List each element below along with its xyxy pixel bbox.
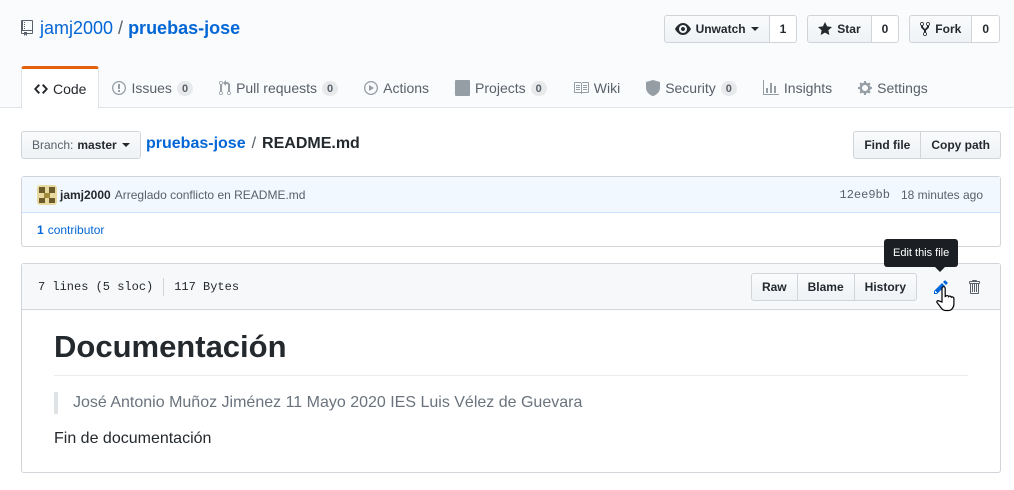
repo-header: jamj2000 / pruebas-jose Unwatch 1 Star 0… — [0, 0, 1014, 109]
book-icon — [573, 80, 589, 96]
copy-path-button[interactable]: Copy path — [921, 131, 1001, 159]
unwatch-label: Unwatch — [695, 22, 746, 36]
fork-group: Fork 0 — [909, 15, 1000, 43]
branch-label: Branch: — [32, 138, 74, 152]
stars-count[interactable]: 0 — [871, 15, 900, 43]
fork-icon — [920, 21, 931, 37]
tab-code-label: Code — [53, 80, 87, 97]
repo-nav: Code Issues 0 Pull requests 0 Actions Pr… — [21, 66, 941, 109]
repo-owner-link[interactable]: jamj2000 — [40, 18, 113, 39]
star-icon — [818, 22, 833, 35]
commit-tease: jamj2000 Arreglado conflicto en README.m… — [21, 176, 1001, 247]
fork-label: Fork — [935, 22, 962, 36]
edit-tooltip: Edit this file — [884, 239, 959, 272]
latest-commit: jamj2000 Arreglado conflicto en README.m… — [22, 177, 1000, 213]
tab-wiki[interactable]: Wiki — [560, 66, 633, 108]
repo-title: jamj2000 / pruebas-jose — [20, 17, 240, 39]
repo-name-link[interactable]: pruebas-jose — [128, 18, 240, 39]
tab-actions[interactable]: Actions — [351, 66, 442, 108]
raw-button[interactable]: Raw — [750, 273, 798, 301]
issues-counter: 0 — [176, 80, 194, 96]
tab-insights-label: Insights — [783, 80, 833, 96]
eye-icon — [674, 23, 691, 35]
play-icon — [364, 80, 379, 96]
trash-icon[interactable] — [965, 278, 983, 296]
file-viewer: 7 lines (5 sloc) 117 Bytes Raw Blame His… — [21, 263, 1001, 473]
chevron-down-icon — [121, 143, 130, 147]
repo-actions: Unwatch 1 Star 0 Fork 0 — [663, 15, 1000, 43]
file-view-buttons: Raw Blame History — [750, 273, 917, 301]
file-info: 7 lines (5 sloc) 117 Bytes — [38, 278, 239, 296]
tab-projects[interactable]: Projects 0 — [442, 66, 560, 108]
graph-icon — [762, 80, 779, 96]
tab-pull-requests[interactable]: Pull requests 0 — [206, 66, 351, 108]
tab-projects-label: Projects — [475, 80, 526, 96]
tab-insights[interactable]: Insights — [750, 66, 845, 108]
watch-group: Unwatch 1 — [663, 15, 798, 43]
code-icon — [34, 81, 48, 97]
avatar[interactable] — [37, 184, 57, 205]
readme-content: Documentación José Antonio Muñoz Jiménez… — [22, 310, 1000, 448]
repo-title-separator: / — [118, 17, 124, 38]
pull-requests-counter: 0 — [322, 80, 339, 96]
contributors-count: 1 — [37, 222, 44, 237]
star-group: Star 0 — [807, 15, 900, 43]
tab-settings[interactable]: Settings — [845, 66, 941, 108]
branch-name: master — [77, 138, 117, 152]
chevron-down-icon — [750, 27, 759, 31]
tab-pull-requests-label: Pull requests — [236, 80, 317, 96]
breadcrumb-separator: / — [251, 135, 257, 152]
tab-issues-label: Issues — [131, 80, 172, 96]
forks-count[interactable]: 0 — [972, 15, 1000, 43]
gear-icon — [858, 80, 873, 96]
tab-code[interactable]: Code — [21, 66, 100, 109]
readme-heading: Documentación — [54, 310, 968, 376]
tab-issues[interactable]: Issues 0 — [99, 66, 206, 108]
blame-button[interactable]: Blame — [797, 273, 855, 301]
fork-button[interactable]: Fork — [909, 15, 973, 43]
tab-actions-label: Actions — [383, 80, 430, 96]
file-header: 7 lines (5 sloc) 117 Bytes Raw Blame His… — [22, 264, 1000, 310]
projects-counter: 0 — [530, 80, 547, 96]
tab-wiki-label: Wiki — [593, 80, 621, 96]
security-counter: 0 — [720, 80, 737, 96]
breadcrumb: pruebas-jose / README.md — [146, 135, 360, 153]
contributors-label: contributor — [47, 222, 105, 237]
find-file-button[interactable]: Find file — [853, 131, 922, 159]
issue-icon — [112, 80, 127, 96]
unwatch-button[interactable]: Unwatch — [663, 15, 770, 43]
branch-select-button[interactable]: Branch: master — [21, 131, 141, 159]
tab-security[interactable]: Security 0 — [633, 66, 750, 108]
shield-icon — [646, 80, 661, 96]
commit-sha-link[interactable]: 12ee9bb — [840, 188, 890, 202]
file-size: 117 Bytes — [174, 280, 240, 294]
project-icon — [455, 80, 471, 96]
readme-blockquote: José Antonio Muñoz Jiménez 11 Mayo 2020 … — [54, 391, 968, 414]
hand-cursor-icon — [935, 286, 957, 312]
readme-paragraph: Fin de documentación — [54, 429, 212, 447]
file-lines: 7 lines (5 sloc) — [38, 280, 154, 294]
repo-icon — [20, 19, 34, 37]
breadcrumb-root-link[interactable]: pruebas-jose — [146, 135, 246, 153]
file-nav-actions: Find file Copy path — [853, 131, 1001, 159]
commit-meta: 12ee9bb 18 minutes ago — [840, 177, 983, 213]
tab-settings-label: Settings — [877, 80, 928, 96]
star-label: Star — [837, 22, 861, 36]
pull-request-icon — [219, 80, 232, 96]
breadcrumb-file-name: README.md — [262, 135, 360, 152]
file-info-divider — [163, 278, 165, 296]
commit-author-link[interactable]: jamj2000 — [60, 188, 111, 202]
contributors-link[interactable]: 1 contributor — [22, 213, 1000, 246]
watchers-count[interactable]: 1 — [769, 15, 798, 43]
commit-time: 18 minutes ago — [900, 188, 983, 202]
star-button[interactable]: Star — [807, 15, 872, 43]
tab-security-label: Security — [665, 80, 716, 96]
history-button[interactable]: History — [854, 273, 917, 301]
commit-message-link[interactable]: Arreglado conflicto en README.md — [115, 188, 306, 202]
file-navigation: Branch: master pruebas-jose / README.md … — [21, 131, 1001, 159]
